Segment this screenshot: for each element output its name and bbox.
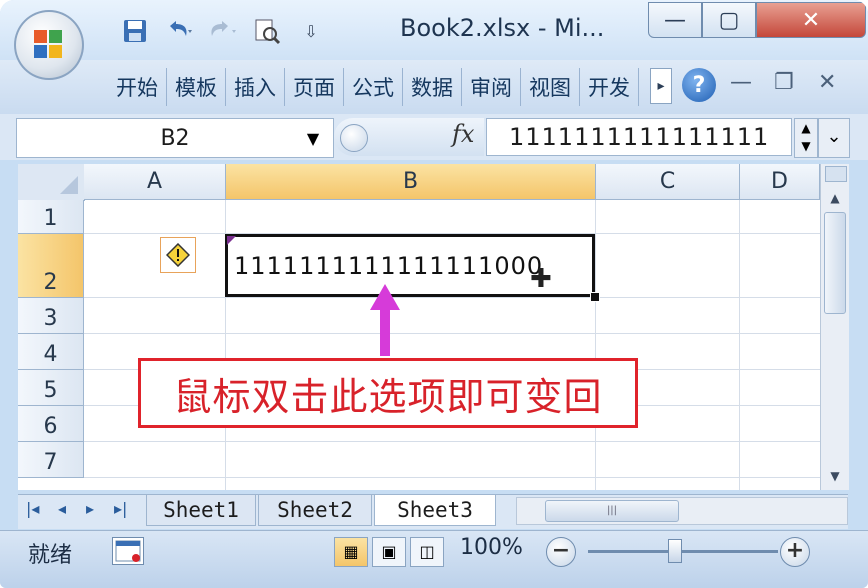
insert-function-icon[interactable]: fx bbox=[452, 120, 474, 148]
title-bar: ⇩ Book2.xlsx - Mi... — ▢ ✕ bbox=[0, 0, 868, 60]
row-header-5[interactable]: 5 bbox=[18, 370, 84, 406]
split-box[interactable] bbox=[825, 166, 847, 182]
minimize-button[interactable]: — bbox=[648, 2, 702, 38]
error-check-button[interactable] bbox=[160, 237, 196, 273]
help-icon[interactable]: ? bbox=[682, 68, 716, 102]
sheet-tab-1[interactable]: Sheet1 bbox=[146, 495, 256, 526]
expand-formula-bar-button[interactable]: ⌄ bbox=[818, 118, 850, 158]
tab-view[interactable]: 视图 bbox=[521, 68, 580, 106]
scroll-down-icon[interactable]: ▼ bbox=[825, 466, 845, 486]
ribbon: 开始 模板 插入 页面 公式 数据 审阅 视图 开发 ▸ ? — ❐ ✕ bbox=[0, 60, 868, 114]
gridline bbox=[84, 297, 820, 298]
formula-controls: fx bbox=[334, 118, 484, 156]
sheet-tab-2[interactable]: Sheet2 bbox=[258, 495, 372, 526]
normal-view-button[interactable]: ▦ bbox=[334, 537, 368, 567]
up-arrow-icon bbox=[370, 284, 400, 356]
last-sheet-icon[interactable]: ▸| bbox=[114, 499, 127, 518]
tab-home[interactable]: 开始 bbox=[108, 68, 167, 106]
tab-page-layout[interactable]: 页面 bbox=[285, 68, 344, 106]
column-header-c[interactable]: C bbox=[596, 164, 740, 200]
excel-window: ⇩ Book2.xlsx - Mi... — ▢ ✕ 开始 模板 插入 页面 公… bbox=[0, 0, 868, 588]
ribbon-close-button[interactable]: ✕ bbox=[818, 70, 836, 95]
office-logo-icon bbox=[34, 30, 64, 60]
vertical-scroll-thumb[interactable] bbox=[824, 212, 846, 314]
column-header-b[interactable]: B bbox=[226, 164, 596, 200]
print-preview-icon[interactable] bbox=[252, 16, 282, 46]
macro-record-icon[interactable] bbox=[112, 537, 144, 565]
row-header-7[interactable]: 7 bbox=[18, 442, 84, 478]
window-title: Book2.xlsx - Mi... bbox=[400, 14, 605, 42]
row-header-2[interactable]: 2 bbox=[18, 234, 84, 298]
page-layout-view-button[interactable]: ▣ bbox=[372, 537, 406, 567]
zoom-in-button[interactable]: + bbox=[780, 537, 810, 567]
tab-data[interactable]: 数据 bbox=[403, 68, 462, 106]
redo-icon[interactable] bbox=[208, 16, 238, 46]
formula-bar-resize-handle[interactable] bbox=[340, 124, 368, 152]
formula-bar: B2 ▼ fx 1111111111111111 ▲ ▼ ⌄ bbox=[0, 114, 868, 160]
vertical-scrollbar[interactable]: ▲ ▼ bbox=[820, 164, 849, 490]
zoom-slider-thumb[interactable] bbox=[668, 539, 682, 563]
formula-scroll-icon[interactable]: ▲ ▼ bbox=[794, 118, 818, 158]
caption-buttons: — ▢ ✕ bbox=[648, 2, 866, 38]
select-all-button[interactable] bbox=[18, 164, 85, 201]
undo-icon[interactable] bbox=[164, 16, 194, 46]
ribbon-minimize-button[interactable]: — bbox=[730, 70, 752, 95]
quick-access-toolbar: ⇩ bbox=[112, 10, 388, 52]
sheet-tab-3[interactable]: Sheet3 bbox=[374, 495, 496, 526]
scroll-up-icon[interactable]: ▲ bbox=[825, 188, 845, 208]
zoom-level[interactable]: 100% bbox=[460, 535, 523, 560]
customize-qat-icon[interactable]: ⇩ bbox=[296, 16, 326, 46]
column-header-a[interactable]: A bbox=[84, 164, 226, 200]
tab-review[interactable]: 审阅 bbox=[462, 68, 521, 106]
next-sheet-icon[interactable]: ▸ bbox=[86, 499, 94, 518]
annotation-callout: 鼠标双击此选项即可变回 bbox=[138, 358, 638, 428]
tab-insert[interactable]: 插入 bbox=[226, 68, 285, 106]
formula-input[interactable]: 1111111111111111 bbox=[486, 118, 792, 156]
zoom-out-button[interactable]: − bbox=[546, 537, 576, 567]
save-icon[interactable] bbox=[120, 16, 150, 46]
zoom-slider-track[interactable] bbox=[588, 550, 778, 553]
gridline bbox=[84, 333, 820, 334]
tab-formulas[interactable]: 公式 bbox=[344, 68, 403, 106]
warning-icon bbox=[166, 243, 190, 267]
row-header-6[interactable]: 6 bbox=[18, 406, 84, 442]
chevron-down-icon[interactable]: ▼ bbox=[293, 129, 333, 148]
ribbon-tabs: 开始 模板 插入 页面 公式 数据 审阅 视图 开发 bbox=[108, 68, 639, 106]
office-button[interactable] bbox=[14, 10, 84, 80]
first-sheet-icon[interactable]: |◂ bbox=[26, 499, 39, 518]
tab-templates[interactable]: 模板 bbox=[167, 68, 226, 106]
sheet-tab-bar: |◂ ◂ ▸ ▸| Sheet1 Sheet2 Sheet3 ||| bbox=[18, 494, 848, 529]
close-button[interactable]: ✕ bbox=[756, 2, 866, 38]
gridline bbox=[739, 200, 740, 490]
spreadsheet-grid[interactable]: A B C D 1 2 3 4 5 6 7 111111111111111100… bbox=[18, 164, 820, 490]
gridline bbox=[595, 200, 596, 490]
tab-developer[interactable]: 开发 bbox=[580, 68, 639, 106]
tab-scroll-right-icon[interactable]: ▸ bbox=[650, 68, 672, 104]
fill-handle[interactable] bbox=[590, 292, 600, 302]
prev-sheet-icon[interactable]: ◂ bbox=[58, 499, 66, 518]
error-indicator-icon bbox=[227, 236, 236, 245]
gridline bbox=[84, 477, 820, 478]
name-box[interactable]: B2 ▼ bbox=[16, 118, 334, 158]
row-header-1[interactable]: 1 bbox=[18, 200, 84, 234]
cross-cursor-icon: ✚ bbox=[530, 264, 552, 294]
horizontal-scroll-thumb[interactable]: ||| bbox=[545, 500, 679, 522]
row-header-3[interactable]: 3 bbox=[18, 298, 84, 334]
horizontal-scrollbar[interactable]: ||| bbox=[516, 497, 848, 525]
row-header-4[interactable]: 4 bbox=[18, 334, 84, 370]
page-break-view-button[interactable]: ◫ bbox=[410, 537, 444, 567]
column-header-d[interactable]: D bbox=[740, 164, 820, 200]
status-bar: 就绪 ▦ ▣ ◫ 100% − + bbox=[0, 530, 868, 588]
name-box-value: B2 bbox=[160, 125, 190, 151]
gridline bbox=[84, 441, 820, 442]
ribbon-restore-button[interactable]: ❐ bbox=[774, 70, 794, 95]
maximize-button[interactable]: ▢ bbox=[702, 2, 756, 38]
ready-status: 就绪 bbox=[28, 543, 73, 568]
